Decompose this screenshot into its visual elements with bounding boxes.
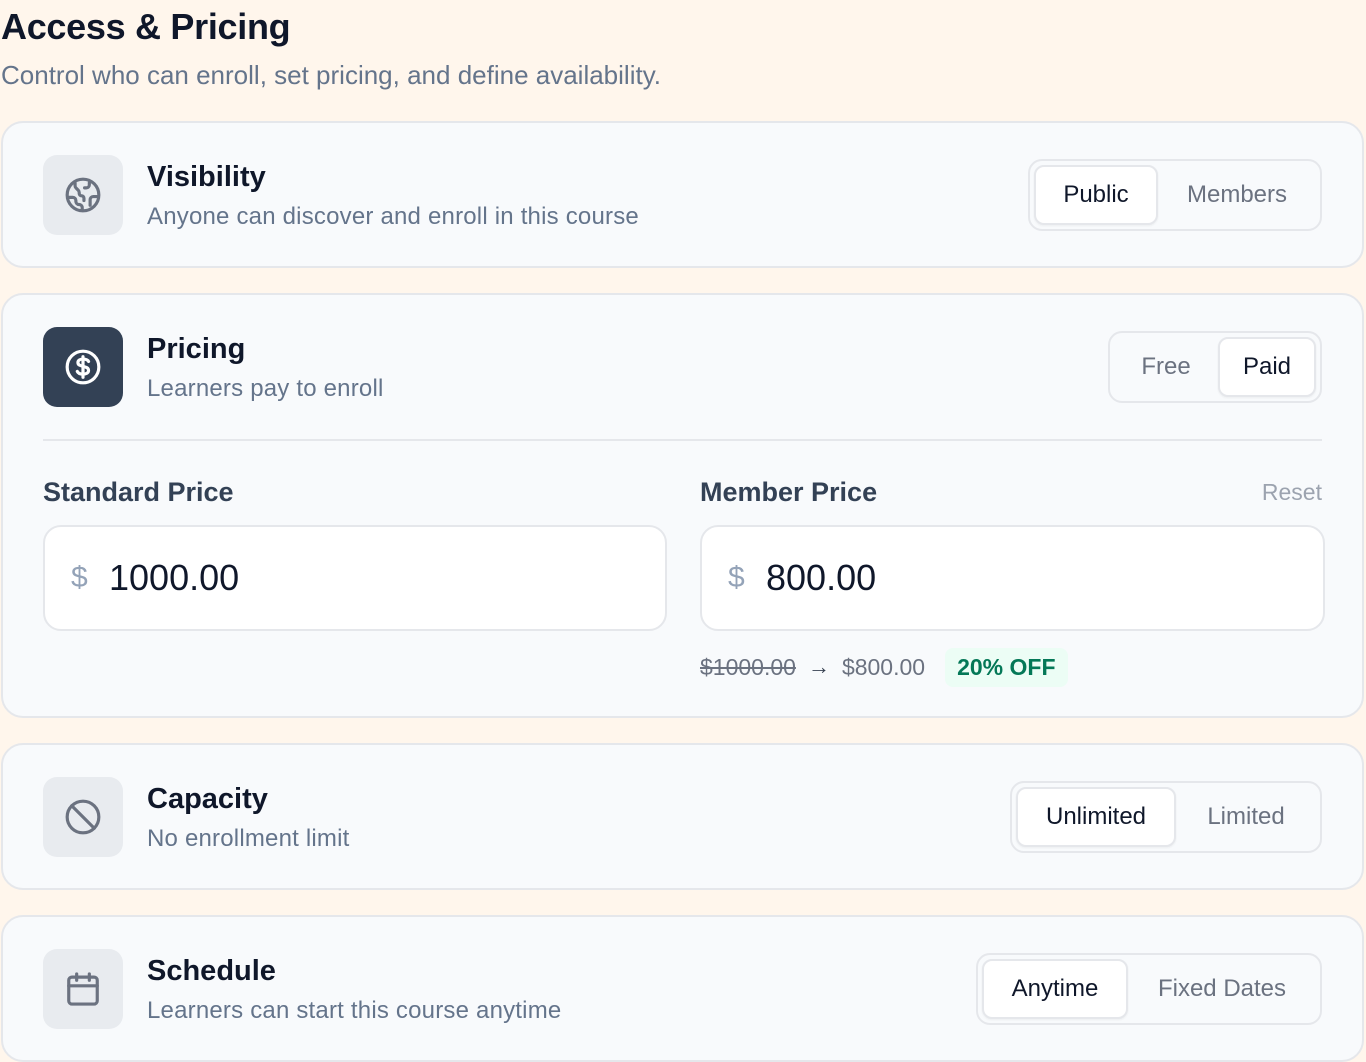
capacity-card: Capacity No enrollment limit Unlimited L… [1,743,1364,890]
standard-currency-symbol: $ [71,561,88,594]
schedule-option-fixed-dates[interactable]: Fixed Dates [1128,959,1316,1019]
schedule-row: Schedule Learners can start this course … [43,917,1322,1061]
visibility-title: Visibility [147,161,266,193]
pricing-card: Pricing Learners pay to enroll Free Paid… [1,293,1364,718]
ban-icon [43,777,123,857]
member-price-label: Member Price [700,477,878,507]
visibility-option-public[interactable]: Public [1034,165,1158,225]
discount-summary: $1000.00 → $800.00 20% OFF [700,647,1068,687]
schedule-option-anytime[interactable]: Anytime [982,959,1128,1019]
reset-button[interactable]: Reset [1262,479,1322,506]
pricing-option-paid[interactable]: Paid [1218,337,1316,397]
capacity-description: No enrollment limit [147,825,350,852]
dollar-circle-icon [43,327,123,407]
visibility-description: Anyone can discover and enroll in this c… [147,203,639,230]
access-pricing-page: Access & Pricing Control who can enroll,… [0,0,1366,1062]
pricing-description: Learners pay to enroll [147,375,384,402]
capacity-option-unlimited[interactable]: Unlimited [1016,787,1176,847]
schedule-description: Learners can start this course anytime [147,997,562,1024]
capacity-row: Capacity No enrollment limit Unlimited L… [43,745,1322,889]
visibility-row: Visibility Anyone can discover and enrol… [43,123,1322,267]
calendar-icon [43,949,123,1029]
visibility-toggle: Public Members [1028,159,1322,231]
member-price-input[interactable] [766,557,1266,599]
pricing-option-free[interactable]: Free [1114,337,1218,397]
pricing-divider [43,439,1322,441]
pricing-title: Pricing [147,333,246,365]
capacity-title: Capacity [147,783,268,815]
schedule-card: Schedule Learners can start this course … [1,915,1364,1062]
visibility-option-members[interactable]: Members [1158,165,1316,225]
globe-icon [43,155,123,235]
pricing-row: Pricing Learners pay to enroll Free Paid [43,295,1322,439]
standard-price-field[interactable]: $ [43,525,667,631]
discount-badge: 20% OFF [945,647,1068,687]
schedule-title: Schedule [147,955,276,987]
original-price: $1000.00 [700,653,796,680]
page-subtitle: Control who can enroll, set pricing, and… [1,60,661,90]
standard-price-input[interactable] [109,557,609,599]
schedule-toggle: Anytime Fixed Dates [976,953,1322,1025]
standard-price-label: Standard Price [43,477,234,507]
pricing-toggle: Free Paid [1108,331,1322,403]
member-price-field[interactable]: $ [700,525,1325,631]
arrow-right-icon: → [807,654,830,679]
member-currency-symbol: $ [728,561,745,594]
page-title: Access & Pricing [1,6,291,47]
discounted-price: $800.00 [841,653,926,680]
visibility-card: Visibility Anyone can discover and enrol… [1,121,1364,268]
capacity-toggle: Unlimited Limited [1010,781,1322,853]
capacity-option-limited[interactable]: Limited [1176,787,1316,847]
